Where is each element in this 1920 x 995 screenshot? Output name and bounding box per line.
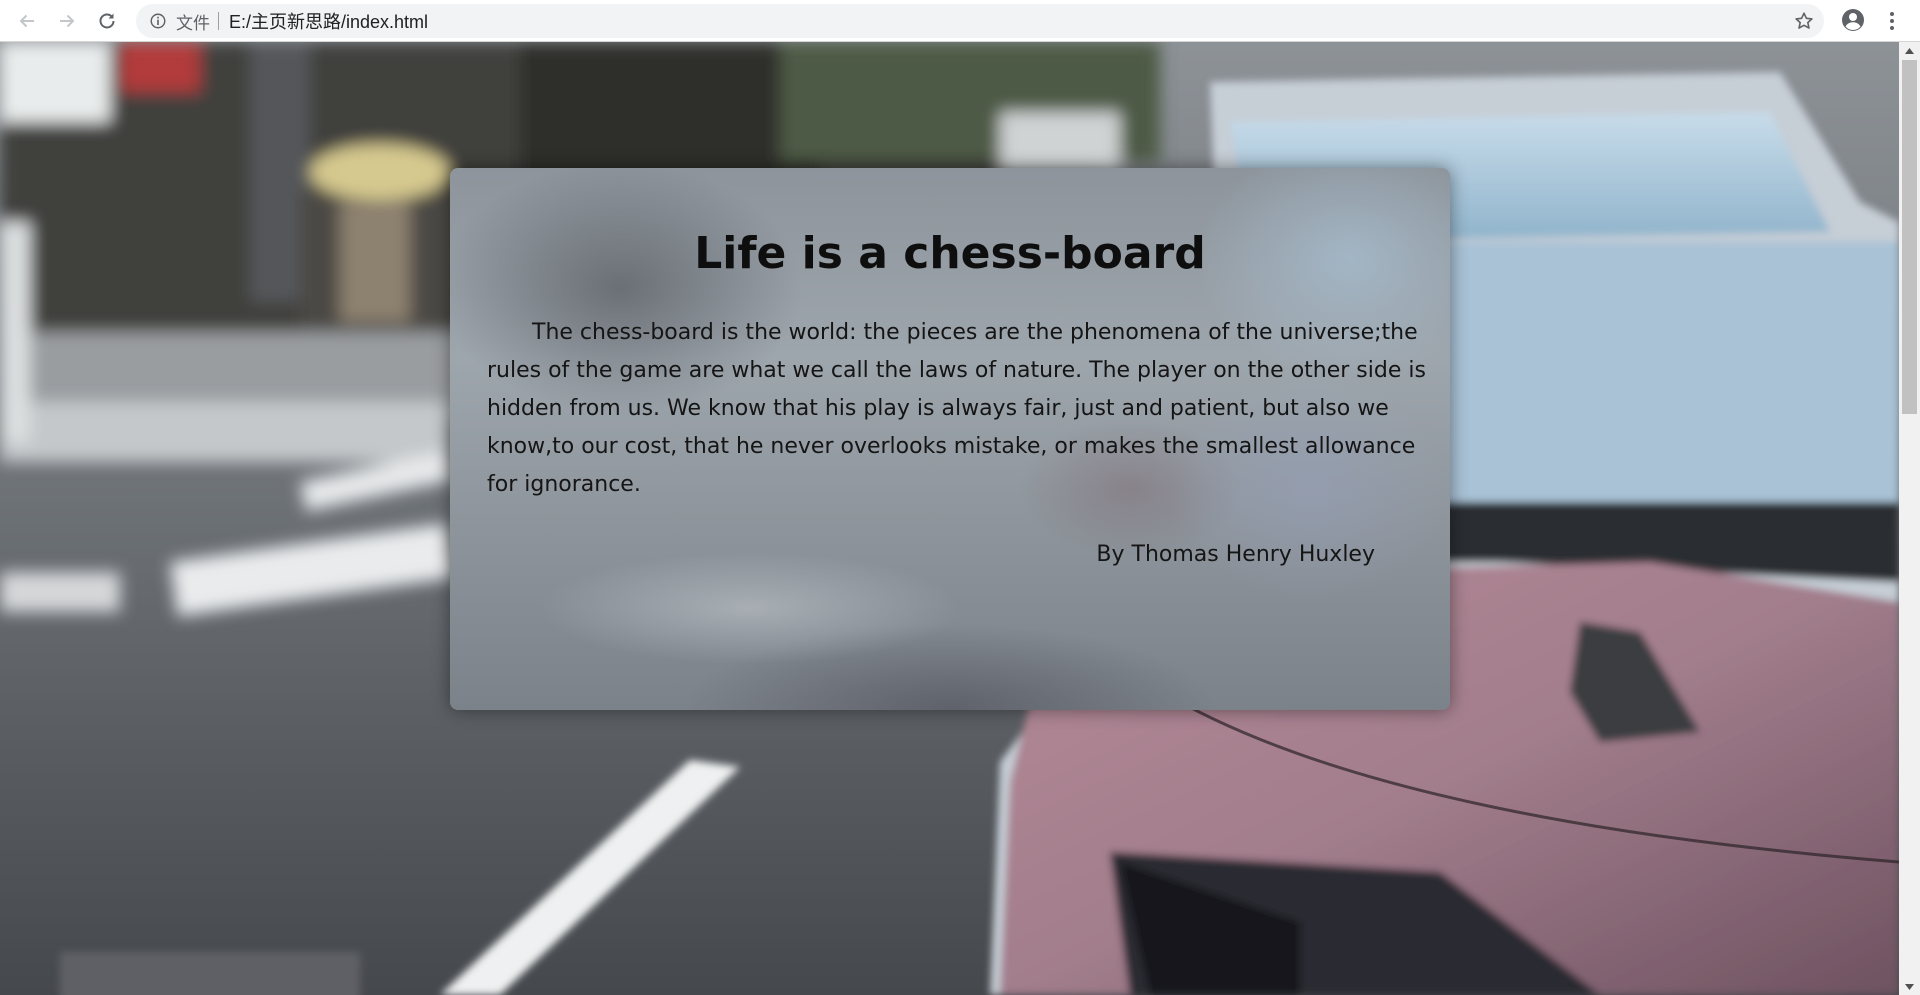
forward-button[interactable] <box>47 3 87 39</box>
browser-toolbar: 文件 E:/主页新思路/index.html <box>0 0 1920 42</box>
page-viewport: Life is a chess-board The chess-board is… <box>0 42 1899 995</box>
scroll-down-arrow-icon[interactable] <box>1899 978 1920 995</box>
info-icon[interactable] <box>148 11 168 31</box>
address-separator <box>218 12 219 30</box>
quote-card: Life is a chess-board The chess-board is… <box>450 168 1450 710</box>
scroll-up-arrow-icon[interactable] <box>1899 42 1920 59</box>
back-button[interactable] <box>7 3 47 39</box>
kebab-menu-icon[interactable] <box>1882 9 1902 33</box>
quote-author: By Thomas Henry Huxley <box>1096 542 1375 567</box>
vertical-scrollbar[interactable] <box>1899 42 1920 995</box>
star-icon[interactable] <box>1794 11 1814 31</box>
quote-card-content: Life is a chess-board The chess-board is… <box>450 168 1450 710</box>
address-bar[interactable]: 文件 E:/主页新思路/index.html <box>136 4 1824 38</box>
account-icon[interactable] <box>1840 7 1866 33</box>
url-text[interactable]: E:/主页新思路/index.html <box>229 8 428 34</box>
quote-title: Life is a chess-board <box>694 228 1206 279</box>
scheme-label: 文件 <box>176 13 210 34</box>
scrollbar-thumb[interactable] <box>1902 60 1917 414</box>
quote-body: The chess-board is the world: the pieces… <box>487 320 1426 497</box>
reload-icon <box>99 12 115 28</box>
arrow-right-icon <box>60 14 75 27</box>
arrow-left-icon <box>19 14 34 27</box>
reload-button[interactable] <box>87 3 127 39</box>
